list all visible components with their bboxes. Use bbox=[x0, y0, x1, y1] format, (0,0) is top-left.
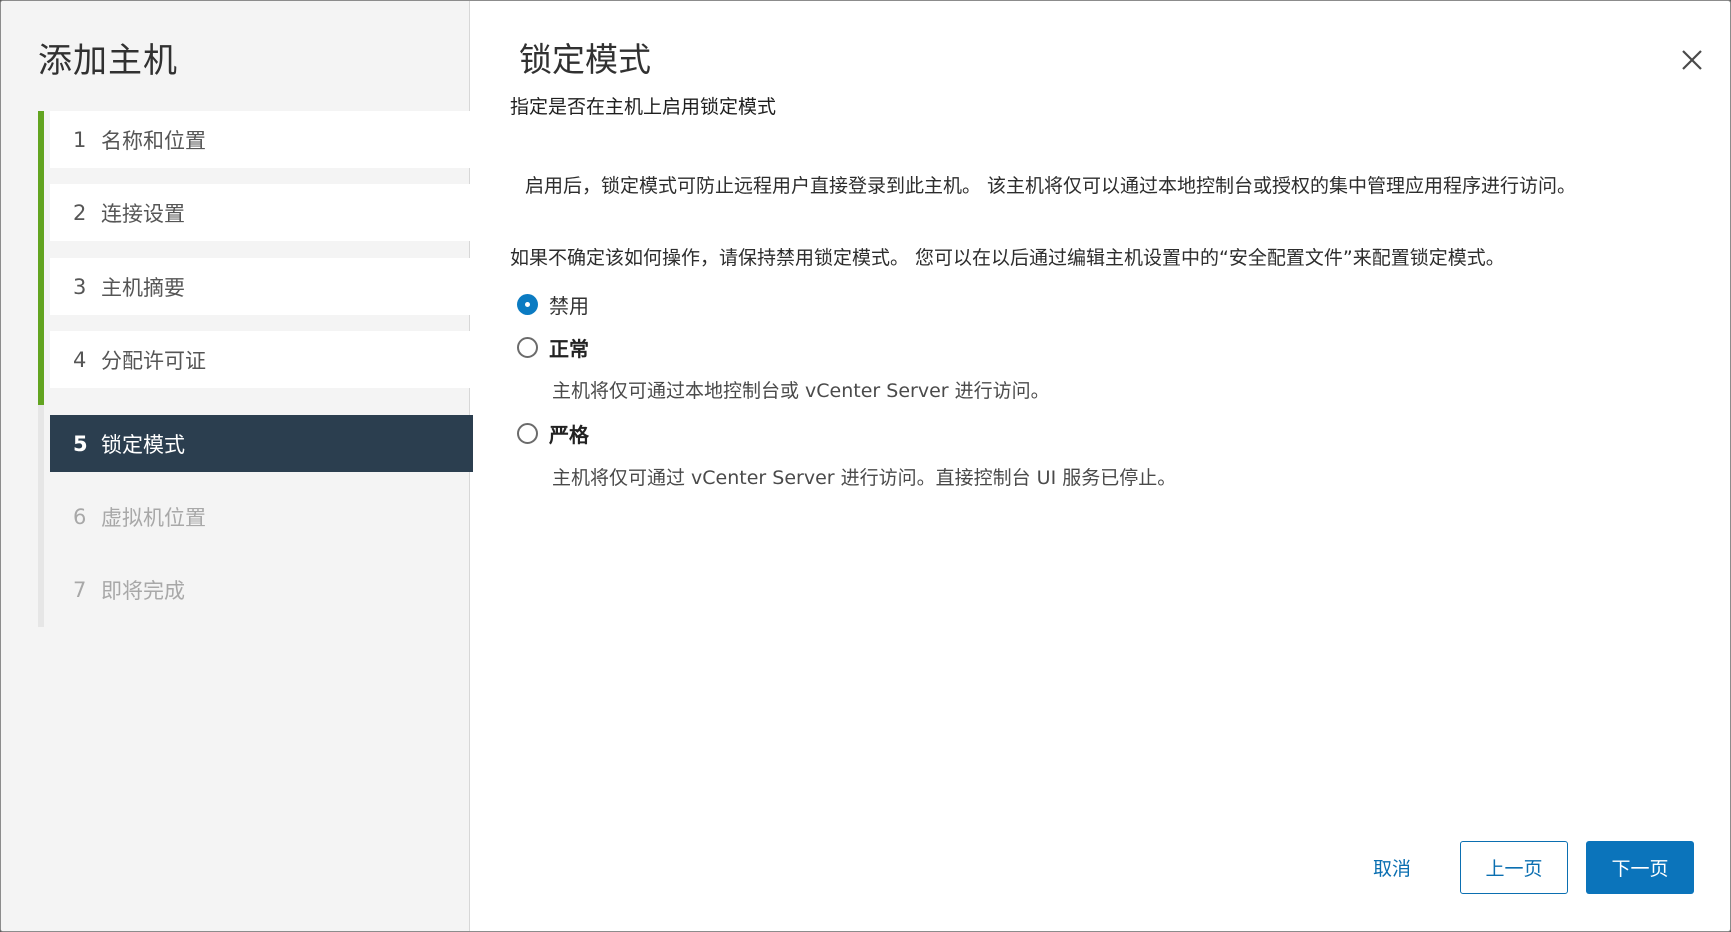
wizard-progress-bar bbox=[38, 111, 44, 405]
radio-button[interactable] bbox=[517, 337, 538, 358]
page-title: 锁定模式 bbox=[519, 40, 651, 79]
wizard-steps: 1 名称和位置 2 连接设置 3 主机摘要 4 分配许可证 5 锁定模式 6 虚… bbox=[38, 111, 475, 627]
step-label: 分配许可证 bbox=[101, 348, 206, 373]
radio-button[interactable] bbox=[517, 423, 538, 444]
wizard-step-vm-location: 6 虚拟机位置 bbox=[50, 488, 473, 545]
wizard-step-assign-license[interactable]: 4 分配许可证 bbox=[50, 331, 473, 388]
wizard-step-connection-settings[interactable]: 2 连接设置 bbox=[50, 184, 473, 241]
wizard-step-name-location[interactable]: 1 名称和位置 bbox=[50, 111, 473, 168]
option-description-normal: 主机将仅可通过本地控制台或 vCenter Server 进行访问。 bbox=[552, 380, 1050, 402]
radio-label: 严格 bbox=[549, 423, 589, 447]
wizard-content: 锁定模式 指定是否在主机上启用锁定模式 启用后，锁定模式可防止远程用户直接登录到… bbox=[470, 1, 1730, 931]
close-icon bbox=[1682, 50, 1702, 70]
wizard-step-host-summary[interactable]: 3 主机摘要 bbox=[50, 258, 473, 315]
step-number: 3 bbox=[73, 274, 87, 299]
add-host-dialog: 添加主机 1 名称和位置 2 连接设置 3 主机摘要 4 分配许可证 5 锁定模… bbox=[0, 0, 1731, 932]
step-number: 2 bbox=[73, 200, 87, 225]
step-number: 5 bbox=[73, 431, 88, 456]
radio-label: 禁用 bbox=[549, 294, 589, 318]
step-number: 4 bbox=[73, 347, 87, 372]
lockdown-description: 启用后，锁定模式可防止远程用户直接登录到此主机。 该主机将仅可以通过本地控制台或… bbox=[525, 175, 1577, 197]
lockdown-hint: 如果不确定该如何操作，请保持禁用锁定模式。 您可以在以后通过编辑主机设置中的“安… bbox=[510, 247, 1505, 269]
radio-label: 正常 bbox=[549, 337, 589, 361]
radio-option-normal[interactable]: 正常 bbox=[517, 333, 589, 362]
back-button[interactable]: 上一页 bbox=[1460, 841, 1568, 894]
step-label: 主机摘要 bbox=[101, 275, 185, 300]
close-button[interactable] bbox=[1677, 45, 1707, 75]
step-label: 名称和位置 bbox=[101, 128, 206, 153]
step-label: 虚拟机位置 bbox=[101, 505, 206, 530]
wizard-sidebar: 添加主机 1 名称和位置 2 连接设置 3 主机摘要 4 分配许可证 5 锁定模… bbox=[1, 1, 473, 931]
option-description-strict: 主机将仅可通过 vCenter Server 进行访问。直接控制台 UI 服务已… bbox=[552, 467, 1177, 489]
step-number: 7 bbox=[73, 577, 87, 602]
wizard-title: 添加主机 bbox=[38, 41, 178, 81]
step-label: 连接设置 bbox=[101, 201, 185, 226]
cancel-button[interactable]: 取消 bbox=[1342, 841, 1442, 894]
radio-option-strict[interactable]: 严格 bbox=[517, 419, 589, 448]
radio-option-disabled[interactable]: 禁用 bbox=[517, 290, 589, 319]
page-subtitle: 指定是否在主机上启用锁定模式 bbox=[510, 96, 777, 118]
next-button[interactable]: 下一页 bbox=[1586, 841, 1694, 894]
step-number: 6 bbox=[73, 504, 87, 529]
wizard-step-ready-to-complete: 7 即将完成 bbox=[50, 561, 473, 618]
step-number: 1 bbox=[73, 127, 87, 152]
wizard-step-lockdown-mode[interactable]: 5 锁定模式 bbox=[50, 415, 473, 472]
step-label: 锁定模式 bbox=[101, 432, 185, 457]
radio-button-checked[interactable] bbox=[517, 294, 538, 315]
step-label: 即将完成 bbox=[101, 578, 185, 603]
